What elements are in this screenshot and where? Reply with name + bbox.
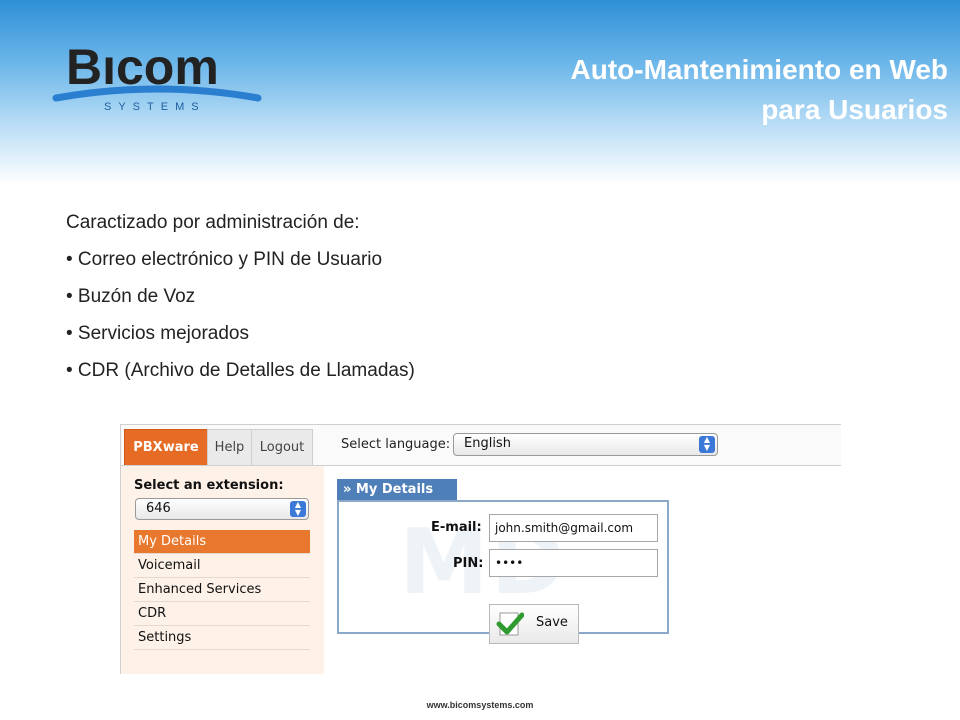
bullet-item: • CDR (Archivo de Detalles de Llamadas) xyxy=(66,360,415,381)
sidebar-item-voicemail[interactable]: Voicemail xyxy=(134,554,310,578)
my-details-tab[interactable]: » My Details xyxy=(337,479,457,500)
checkmark-icon xyxy=(496,612,524,636)
tab-logout[interactable]: Logout xyxy=(251,429,313,465)
sidebar-item-my-details[interactable]: My Details xyxy=(134,530,310,554)
select-arrows-icon: ▲ ▼ xyxy=(290,501,306,517)
extension-select[interactable]: 646 ▲ ▼ xyxy=(135,498,309,520)
bullet-list: Caractizado por administración de: • Cor… xyxy=(66,212,415,397)
title-line-2: para Usuarios xyxy=(761,94,948,125)
language-value: English xyxy=(464,436,511,451)
tab-help[interactable]: Help xyxy=(207,429,252,465)
pin-label: PIN: xyxy=(453,556,484,571)
sidebar: Select an extension: 646 ▲ ▼ My Details V… xyxy=(121,466,324,674)
extension-label: Select an extension: xyxy=(134,478,284,493)
select-arrows-icon: ▲ ▼ xyxy=(699,436,715,453)
title-line-1: Auto-Mantenimiento en Web xyxy=(570,54,948,85)
language-select[interactable]: English ▲ ▼ xyxy=(453,433,718,456)
details-panel: MD E-mail: john.smith@gmail.com PIN: •••… xyxy=(337,500,669,644)
save-label: Save xyxy=(536,615,568,630)
bullet-item: • Servicios mejorados xyxy=(66,323,249,344)
bullet-item: • Buzón de Voz xyxy=(66,286,196,307)
email-field[interactable]: john.smith@gmail.com xyxy=(489,514,658,542)
email-label: E-mail: xyxy=(431,520,482,535)
sidebar-item-cdr[interactable]: CDR xyxy=(134,602,310,626)
footer-url[interactable]: www.bicomsystems.com xyxy=(0,700,960,710)
save-button[interactable]: Save xyxy=(489,604,579,644)
sidebar-nav: My Details Voicemail Enhanced Services C… xyxy=(134,530,310,650)
sidebar-item-enhanced-services[interactable]: Enhanced Services xyxy=(134,578,310,602)
bicom-logo: Bıcom SYSTEMS xyxy=(52,40,262,113)
tab-pbxware[interactable]: PBXware xyxy=(124,429,208,465)
pin-field[interactable]: •••• xyxy=(489,549,658,577)
bullet-item: • Correo electrónico y PIN de Usuario xyxy=(66,249,383,270)
slide-title: Auto-Mantenimiento en Web para Usuarios xyxy=(571,50,948,130)
intro-text: Caractizado por administración de: xyxy=(66,212,360,233)
sidebar-item-settings[interactable]: Settings xyxy=(134,626,310,650)
pbxware-screenshot: PBXware Help Logout Select language: Eng… xyxy=(120,424,841,674)
extension-value: 646 xyxy=(146,501,171,516)
logo-subtext: SYSTEMS xyxy=(104,101,206,113)
top-bar: PBXware Help Logout Select language: Eng… xyxy=(121,425,841,466)
language-label: Select language: xyxy=(341,437,451,452)
